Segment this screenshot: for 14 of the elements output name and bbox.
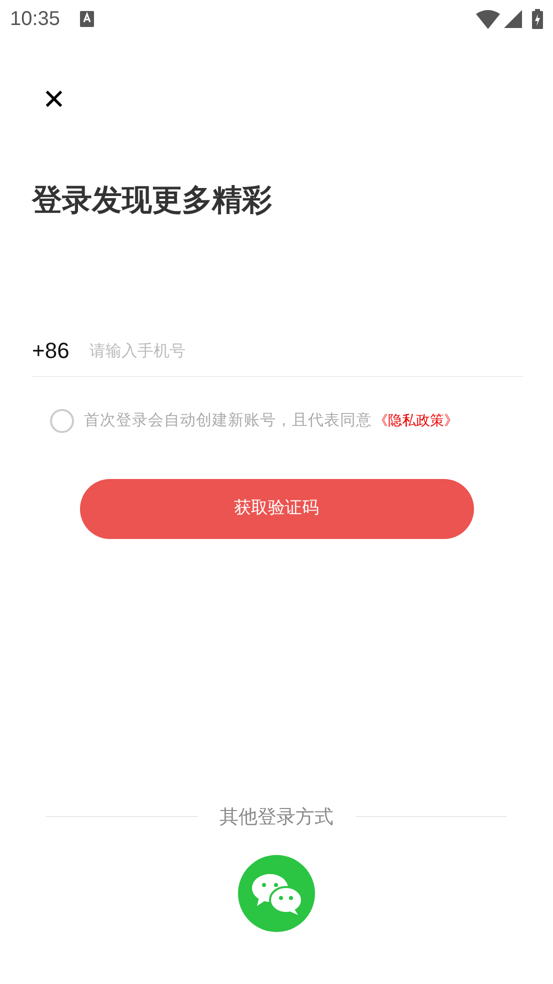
battery-icon [532, 9, 543, 29]
country-code[interactable]: +86 [32, 334, 70, 367]
close-button[interactable]: ✕ [40, 86, 68, 114]
keyboard-icon [80, 11, 94, 27]
agreement-checkbox[interactable] [50, 409, 74, 433]
chat-bubbles-icon [250, 872, 302, 914]
signal-icon [504, 10, 522, 28]
privacy-policy-link[interactable]: 《隐私政策》 [374, 410, 458, 432]
page-title: 登录发现更多精彩 [32, 182, 273, 220]
other-login-label: 其他登录方式 [220, 804, 334, 830]
agreement-text: 首次登录会自动创建新账号，且代表同意 [84, 410, 372, 432]
status-time: 10:35 [10, 7, 60, 32]
get-code-button[interactable]: 获取验证码 [80, 479, 474, 539]
wifi-icon [476, 10, 500, 28]
